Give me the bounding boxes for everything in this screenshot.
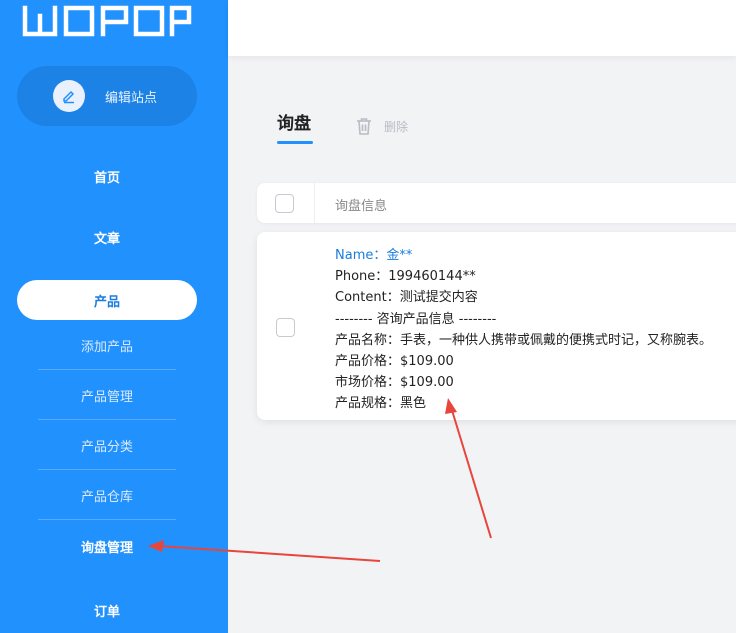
nav-articles[interactable]: 文章: [0, 228, 214, 247]
product-spec: 产品规格：黑色: [335, 396, 427, 412]
inquiry-phone: Phone：199460144**: [335, 269, 476, 285]
top-bar: [228, 0, 736, 56]
inquiry-info: Name：金** Phone：199460144** Content：测试提交内…: [335, 245, 712, 415]
nav-home[interactable]: 首页: [0, 167, 214, 186]
inquiry-content: Content：测试提交内容: [335, 290, 478, 306]
sub-inquiry-manage[interactable]: 询盘管理: [38, 537, 176, 556]
inquiry-name[interactable]: Name：金**: [335, 245, 712, 266]
divider: [38, 369, 176, 370]
nav-products[interactable]: 产品: [17, 280, 197, 320]
divider: [38, 419, 176, 420]
product-info-divider: -------- 咨询产品信息 --------: [335, 311, 497, 327]
sub-add-product[interactable]: 添加产品: [38, 336, 176, 355]
divider: [38, 519, 176, 520]
table-row[interactable]: Name：金** Phone：199460144** Content：测试提交内…: [257, 232, 736, 420]
divider: [38, 469, 176, 470]
sub-product-category[interactable]: 产品分类: [38, 436, 176, 455]
wopop-logo[interactable]: [22, 4, 192, 38]
product-name: 产品名称：手表，一种供人携带或佩戴的便携式时记，又称腕表。: [335, 332, 713, 348]
delete-button[interactable]: 删除: [354, 116, 408, 136]
nav-orders[interactable]: 订单: [0, 601, 214, 620]
sub-product-warehouse[interactable]: 产品仓库: [38, 486, 176, 505]
row-checkbox[interactable]: [276, 318, 295, 337]
edit-site-label: 编辑站点: [105, 90, 158, 106]
select-all-checkbox[interactable]: [275, 194, 294, 213]
sidebar: 编辑站点 首页 文章 产品 添加产品 产品管理 产品分类 产品仓库 询盘管理 订…: [0, 0, 228, 633]
column-header-inquiry-info: 询盘信息: [335, 199, 388, 214]
trash-icon: [357, 118, 371, 135]
market-price: 市场价格：$109.00: [335, 375, 454, 391]
product-price: 产品价格：$109.00: [335, 354, 454, 370]
sub-product-manage[interactable]: 产品管理: [38, 386, 176, 405]
header-separator: [314, 183, 315, 223]
tab-inquiry[interactable]: 询盘: [277, 109, 311, 134]
table-header: 询盘信息: [257, 183, 736, 223]
pencil-icon: [53, 80, 85, 112]
edit-site-button[interactable]: 编辑站点: [17, 66, 197, 126]
delete-label: 删除: [384, 119, 409, 134]
tab-active-indicator: [277, 141, 313, 144]
